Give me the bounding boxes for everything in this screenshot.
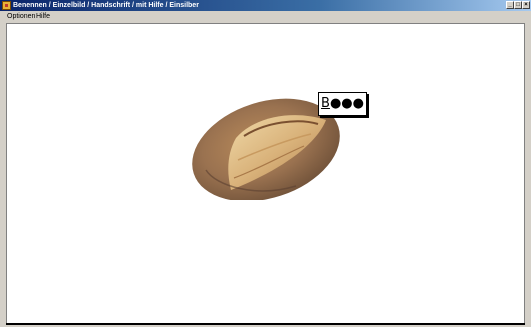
app-icon[interactable] xyxy=(2,1,11,10)
menu-optionen[interactable]: Optionen xyxy=(7,11,35,22)
minimize-button[interactable]: _ xyxy=(506,1,514,9)
menu-bar: Optionen Hilfe xyxy=(0,11,531,22)
answer-box[interactable]: B●●● xyxy=(318,92,367,116)
close-button[interactable]: × xyxy=(522,1,530,9)
bottom-border xyxy=(6,323,525,325)
answer-hint-dots: ●●● xyxy=(329,96,364,111)
menu-hilfe[interactable]: Hilfe xyxy=(36,11,50,22)
app-window: Benennen / Einzelbild / Handschrift / mi… xyxy=(0,0,531,327)
maximize-button[interactable]: □ xyxy=(514,1,522,9)
window-title: Benennen / Einzelbild / Handschrift / mi… xyxy=(13,2,199,9)
title-bar[interactable]: Benennen / Einzelbild / Handschrift / mi… xyxy=(0,0,531,11)
answer-first-letter: B xyxy=(321,96,330,111)
